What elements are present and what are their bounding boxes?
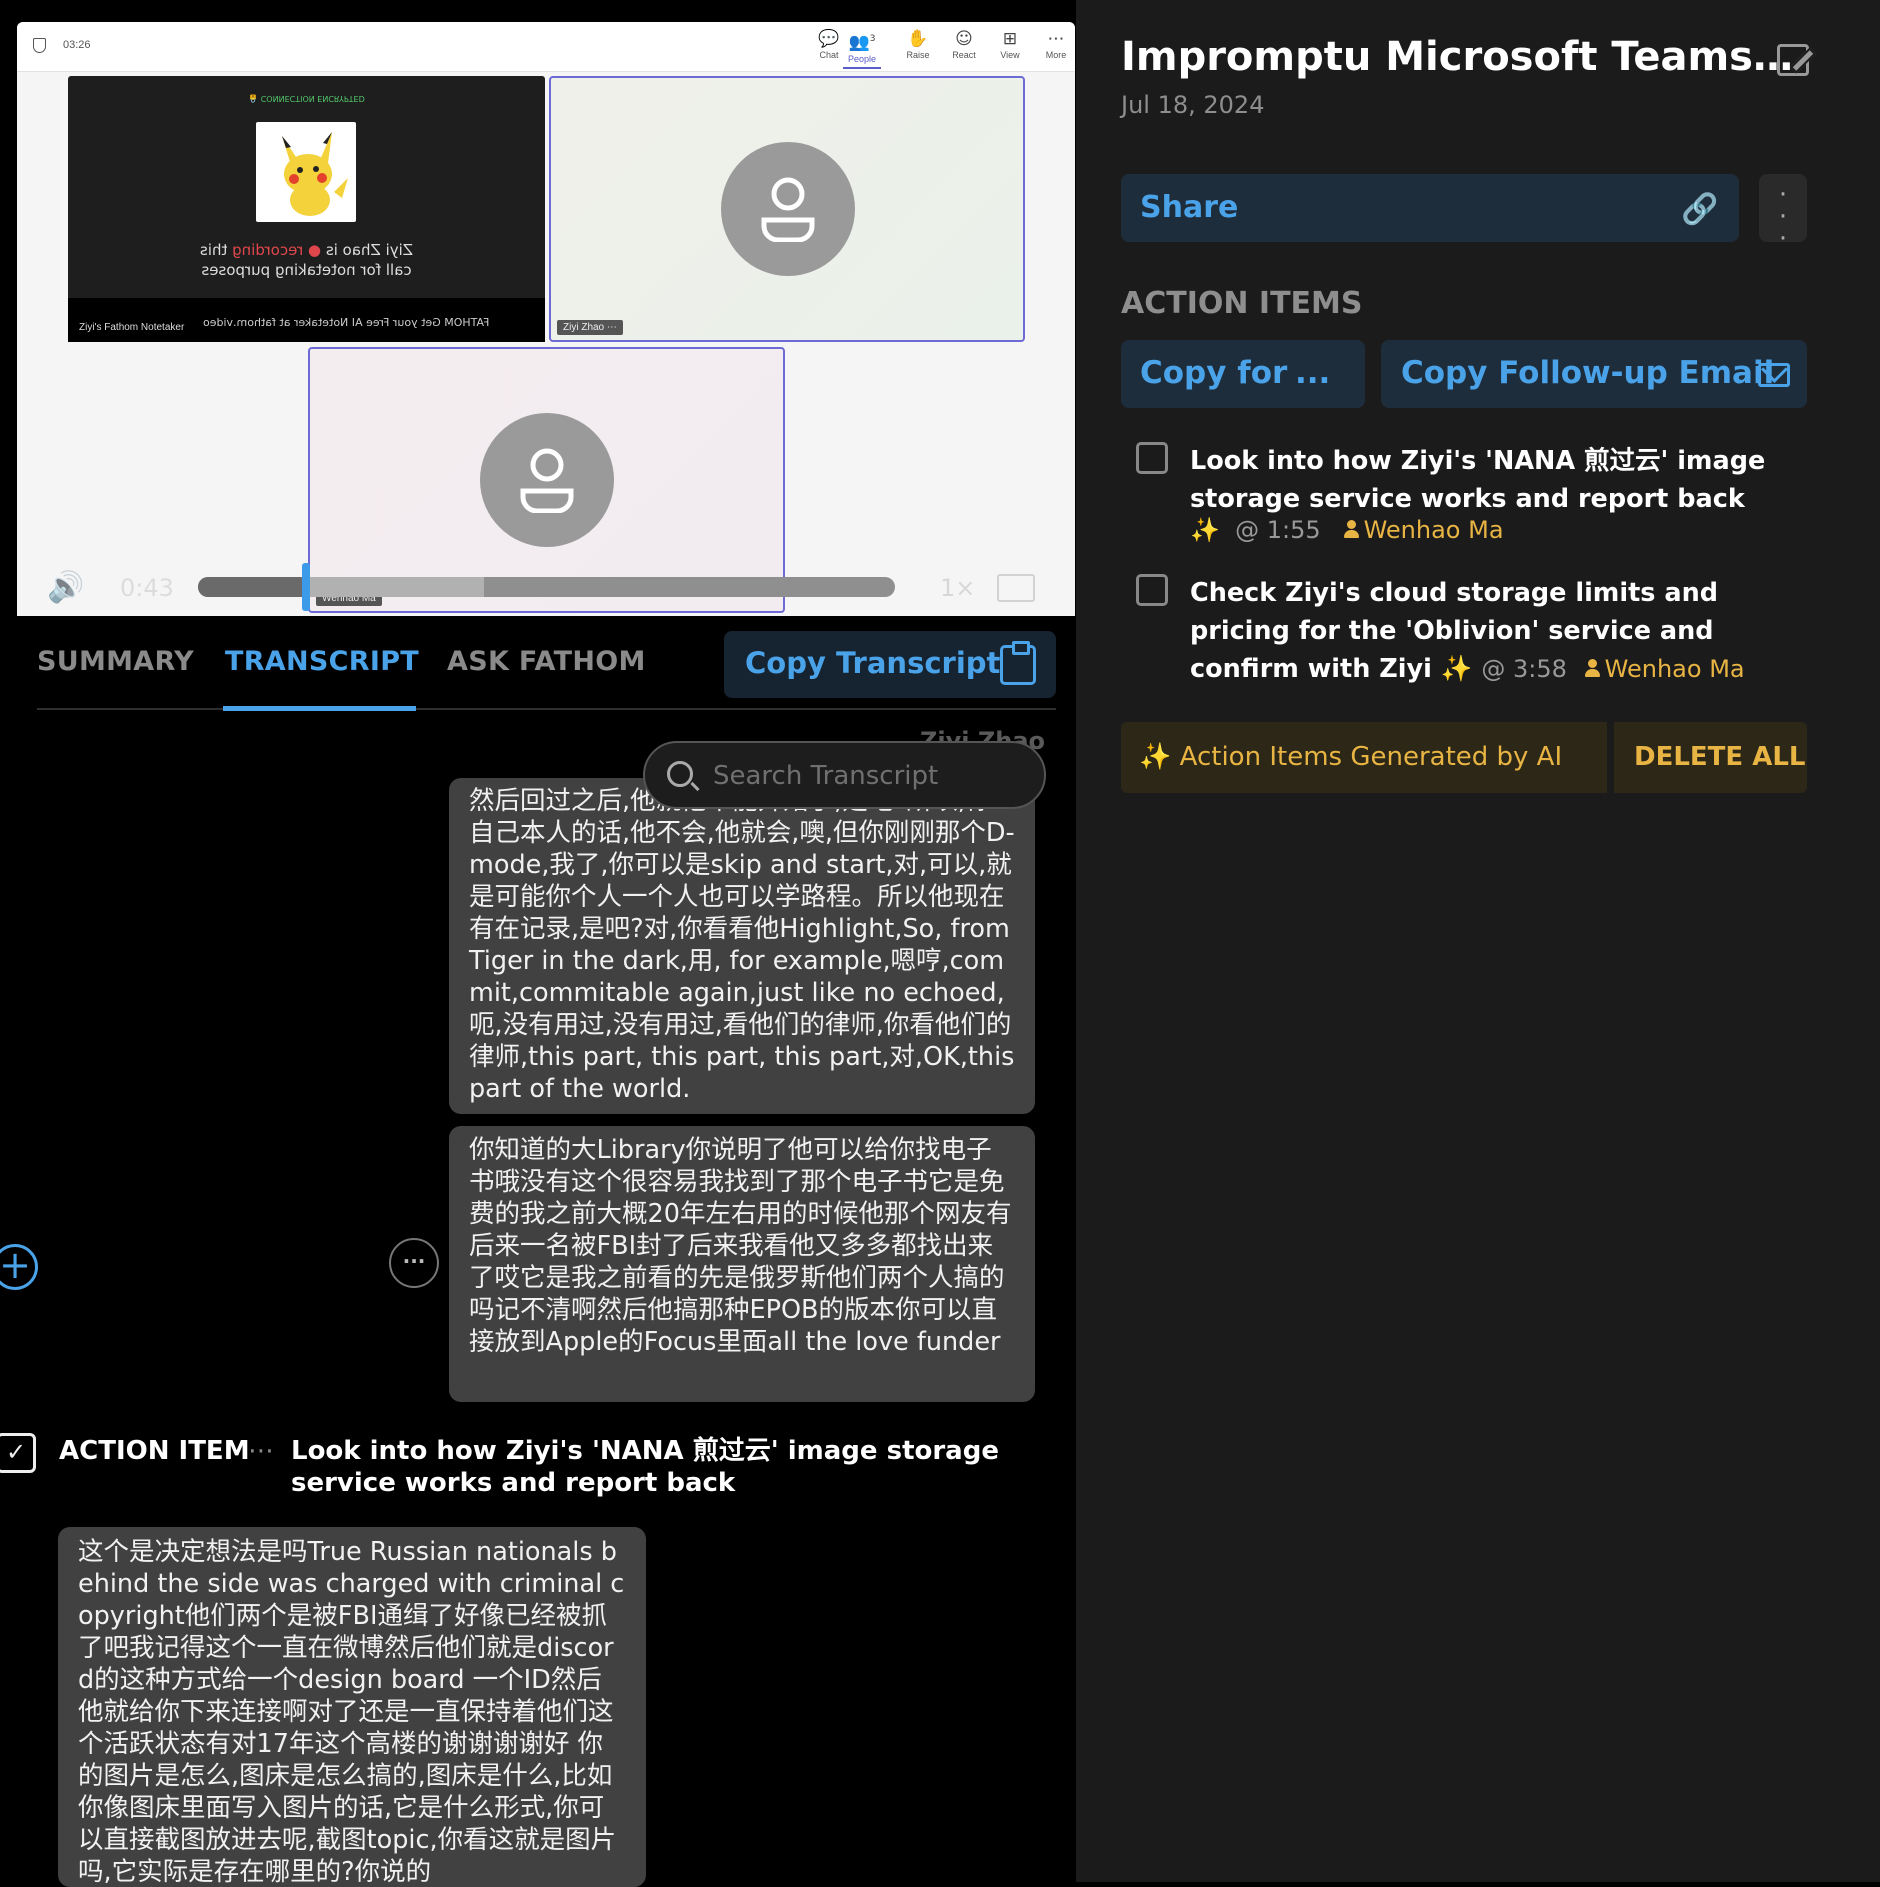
search-input[interactable] — [713, 759, 1033, 793]
shield-icon — [33, 38, 46, 53]
avatar — [721, 142, 855, 276]
raise-hand-icon: ✋ — [907, 29, 929, 49]
details-panel: Impromptu Microsoft Teams M... Jul 18, 2… — [1076, 0, 1880, 1882]
active-tab-indicator — [223, 706, 416, 711]
teams-toolbar: 03:26 💬 Chat 👥3 People ✋ Raise ☺ React ⊞ View… — [17, 22, 1075, 72]
seek-handle[interactable] — [302, 563, 311, 611]
share-button[interactable]: Share 🔗 — [1121, 174, 1739, 242]
transcript-bubble[interactable]: 然后回过之后,他就他不能开始了,是吧?所以,你自己本人的话,他不会,他就会,噢,… — [449, 778, 1035, 1114]
recording-notice: Ziyi Zhao is ● recording this call for n… — [199, 241, 414, 279]
player-pane: 03:26 💬 Chat 👥3 People ✋ Raise ☺ React ⊞ View… — [0, 0, 1076, 1887]
action-items-heading: ACTION ITEMS — [1121, 286, 1363, 321]
video-player[interactable]: 03:26 💬 Chat 👥3 People ✋ Raise ☺ React ⊞ View… — [17, 22, 1075, 616]
pikachu-image — [256, 122, 356, 222]
email-icon — [1758, 363, 1790, 387]
current-time: 0:43 — [120, 574, 174, 602]
participant-name: Ziyi's Fathom Notetaker — [79, 322, 185, 333]
person-icon — [1343, 520, 1359, 538]
toolbar-more: ⋯ More — [1033, 28, 1075, 68]
copy-transcript-button[interactable]: Copy Transcript — [724, 631, 1056, 698]
fathom-ad: FATHOM Get your Free AI Notetaker at fat… — [203, 316, 490, 329]
tab-transcript[interactable]: TRANSCRIPT — [225, 646, 419, 677]
action-item-tag: ACTION ITEM — [59, 1436, 250, 1466]
avatar — [480, 413, 614, 547]
action-item-menu-icon[interactable]: ⋯ — [248, 1436, 274, 1466]
tabs-divider — [37, 708, 1056, 710]
seek-played — [198, 577, 307, 597]
person-icon — [1584, 659, 1600, 677]
toolbar-people: 👥3 People — [839, 28, 885, 68]
delete-all-button[interactable]: DELETE ALL — [1614, 722, 1807, 793]
tab-summary[interactable]: SUMMARY — [37, 646, 194, 677]
action-item-checkbox[interactable] — [1136, 442, 1168, 474]
action-item-assignee[interactable]: Wenhao Ma — [1343, 516, 1504, 544]
action-item-timestamp[interactable]: @ 3:58 — [1481, 655, 1567, 683]
view-grid-icon: ⊞ — [1002, 29, 1018, 49]
transcript-bubble[interactable]: 你知道的大Library你说明了他可以给你找电子书哦没有这个很容易我找到了那个电… — [449, 1126, 1035, 1402]
participant-name: Ziyi Zhao ⋯ — [557, 320, 623, 335]
share-more-icon[interactable]: · · · — [1759, 174, 1807, 252]
action-item-meta: ✨ @ 1:55 Wenhao Ma — [1190, 516, 1504, 544]
playback-speed[interactable]: 1× — [940, 574, 975, 602]
tab-ask-fathom[interactable]: ASK FATHOM — [447, 646, 646, 677]
fathom-tile-footer: FATHOM Get your Free AI Notetaker at fat… — [68, 298, 545, 342]
fathom-notetaker-tile: 🔒 CONNECTION ENCRYPTED Ziyi Zhao is ● re… — [68, 76, 545, 342]
person-icon — [761, 177, 815, 242]
volume-icon[interactable]: 🔊 — [47, 570, 84, 605]
toolbar-raise: ✋ Raise — [895, 28, 941, 68]
ai-generated-banner: ✨ Action Items Generated by AI — [1121, 722, 1607, 793]
clipboard-icon — [1000, 641, 1036, 685]
action-item-text[interactable]: Check Ziyi's cloud storage limits and pr… — [1190, 574, 1800, 688]
participant-tile-ziyi: Ziyi Zhao ⋯ — [549, 76, 1025, 342]
copy-follow-up-email-button[interactable]: Copy Follow-up Email — [1381, 340, 1807, 408]
copy-for-button[interactable]: Copy for ... — [1121, 340, 1365, 408]
action-item-text: Look into how Ziyi's 'NANA 煎过云' image st… — [291, 1436, 999, 1498]
page-title: Impromptu Microsoft Teams M... — [1121, 34, 1801, 80]
search-icon — [667, 761, 693, 787]
link-icon: 🔗 — [1681, 192, 1719, 227]
fullscreen-icon[interactable] — [997, 574, 1035, 602]
toolbar-view: ⊞ View — [987, 28, 1033, 68]
action-item-timestamp[interactable]: @ 1:55 — [1235, 516, 1321, 544]
action-item-checkbox-icon[interactable]: ✓ — [0, 1433, 36, 1473]
transcript-bubble[interactable]: 这个是决定想法是吗True Russian nationals behind t… — [58, 1527, 646, 1887]
action-item-assignee[interactable]: Wenhao Ma — [1584, 655, 1745, 683]
sparkle-icon: ✨ — [1190, 516, 1220, 544]
add-action-item-icon[interactable]: + — [0, 1244, 38, 1290]
sparkle-icon: ✨ — [1440, 654, 1473, 684]
toolbar-react: ☺ React — [941, 28, 987, 68]
encrypted-label: 🔒 CONNECTION ENCRYPTED — [248, 94, 365, 103]
meeting-clock: 03:26 — [63, 39, 91, 51]
action-item-checkbox[interactable] — [1136, 574, 1168, 606]
person-icon — [520, 448, 574, 513]
action-item-text[interactable]: Look into how Ziyi's 'NANA 煎过云' image st… — [1190, 442, 1800, 518]
more-icon: ⋯ — [1047, 29, 1065, 49]
transcript-search[interactable] — [643, 741, 1046, 809]
edit-icon[interactable] — [1777, 44, 1809, 76]
meeting-date: Jul 18, 2024 — [1121, 91, 1265, 119]
react-icon: ☺ — [955, 29, 973, 49]
more-options-icon[interactable]: ··· — [389, 1238, 439, 1288]
people-icon: 👥3 — [848, 32, 876, 53]
copy-for-dropdown[interactable]: ... — [1295, 355, 1330, 391]
participant-tile-wenhao: Wenhao Ma — [308, 347, 785, 613]
people-active-indicator — [843, 67, 881, 69]
